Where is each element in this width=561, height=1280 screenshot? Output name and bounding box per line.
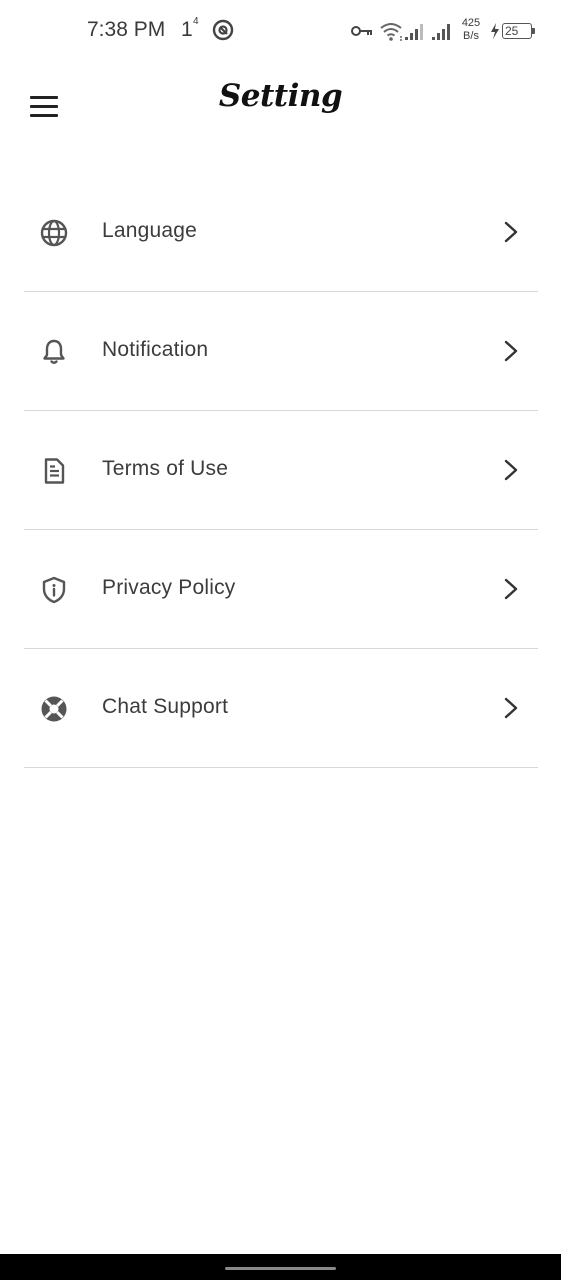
lifebuoy-icon [41,696,67,722]
chevron-right-icon [504,578,518,600]
shield-info-icon [42,576,66,604]
settings-item-notification[interactable]: Notification [24,292,538,411]
battery-level: 25 [505,24,519,38]
settings-item-label: Notification [102,338,209,361]
wifi-icon [380,23,402,41]
settings-list: Language Notification Terms of Use Priva… [24,173,538,768]
home-gesture-handle[interactable] [225,1267,336,1270]
status-indicator-superscript: 4 [193,16,199,27]
settings-item-chat-support[interactable]: Chat Support [24,649,538,768]
page-title: Setting [218,78,343,114]
settings-item-label: Privacy Policy [102,576,236,599]
vpn-key-icon [351,26,372,36]
settings-item-terms-of-use[interactable]: Terms of Use [24,411,538,530]
battery-terminal [532,28,535,34]
settings-item-label: Terms of Use [102,457,229,480]
chevron-right-icon [504,459,518,481]
settings-item-label: Language [102,219,198,242]
status-indicator: 1 [181,18,193,41]
chevron-right-icon [504,340,518,362]
status-time: 7:38 PM [87,18,166,41]
chevron-right-icon [504,221,518,243]
app-notification-icon [212,19,234,41]
network-speed: 425 B/s [456,17,486,43]
settings-item-privacy-policy[interactable]: Privacy Policy [24,530,538,649]
signal-strength-icon [405,24,423,40]
bell-icon [43,339,65,364]
settings-item-label: Chat Support [102,695,229,718]
signal-strength-icon [432,24,450,40]
globe-icon [40,219,68,247]
network-speed-unit: B/s [463,30,479,42]
settings-item-language[interactable]: Language [24,173,538,292]
network-speed-value: 425 [461,17,481,29]
status-bar: 7:38 PM 1 4 425 B/s 25 [0,0,561,62]
system-navigation-bar [0,1254,561,1280]
chevron-right-icon [504,697,518,719]
document-icon [44,458,65,484]
charging-bolt-icon [491,23,499,39]
